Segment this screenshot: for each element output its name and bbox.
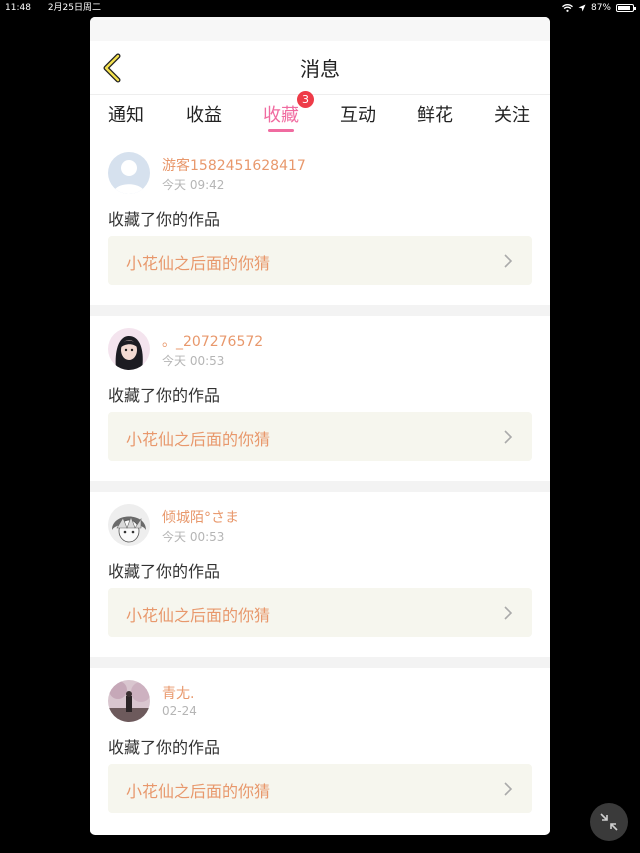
tab-notifications[interactable]: 通知 — [108, 101, 144, 127]
list-item: 青尢. 02-24 收藏了你的作品 小花仙之后面的你猜 — [90, 668, 550, 833]
page-title: 消息 — [300, 57, 340, 81]
chevron-right-icon — [504, 254, 513, 268]
tab-label: 互动 — [340, 105, 376, 126]
username[interactable]: 。_207276572 — [162, 331, 263, 351]
divider — [90, 305, 550, 316]
active-tab-indicator — [268, 129, 294, 132]
tab-interactions[interactable]: 互动 — [340, 101, 376, 127]
username[interactable]: 青尢. — [162, 683, 194, 703]
default-avatar-icon — [108, 152, 150, 194]
avatar[interactable] — [108, 328, 150, 370]
wifi-icon — [561, 4, 573, 12]
timestamp: 02-24 — [162, 704, 197, 718]
username[interactable]: 游客1582451628417 — [162, 155, 306, 175]
work-title: 小花仙之后面的你猜 — [126, 782, 271, 801]
tab-bar: 通知 收益 收藏 3 互动 鲜花 关注 — [90, 91, 550, 135]
collapse-button[interactable] — [590, 803, 628, 841]
tab-flowers[interactable]: 鲜花 — [417, 101, 453, 127]
chevron-right-icon — [504, 430, 513, 444]
girl-avatar-icon — [108, 328, 150, 370]
avatar[interactable] — [108, 504, 150, 546]
divider — [90, 657, 550, 668]
list-item: 。_207276572 今天 00:53 收藏了你的作品 小花仙之后面的你猜 — [90, 316, 550, 481]
panel-top-bar — [90, 17, 550, 41]
list-item: 游客1582451628417 今天 09:42 收藏了你的作品 小花仙之后面的… — [90, 140, 550, 305]
action-text: 收藏了你的作品 — [108, 210, 221, 229]
battery-icon — [616, 4, 636, 12]
status-bar: 11:48 2月25日周二 87% — [0, 0, 640, 16]
chevron-right-icon — [504, 782, 513, 796]
work-link[interactable]: 小花仙之后面的你猜 — [108, 236, 532, 285]
photo-avatar-icon — [108, 680, 150, 722]
battery-percent: 87% — [590, 3, 611, 13]
username[interactable]: 倾城陌°さま — [162, 507, 239, 527]
tab-label: 鲜花 — [417, 105, 453, 126]
status-time: 11:48 — [5, 3, 31, 13]
avatar[interactable] — [108, 152, 150, 194]
work-link[interactable]: 小花仙之后面的你猜 — [108, 588, 532, 637]
work-title: 小花仙之后面的你猜 — [126, 430, 271, 449]
chevron-right-icon — [504, 606, 513, 620]
list-item: 倾城陌°さま 今天 00:53 收藏了你的作品 小花仙之后面的你猜 — [90, 492, 550, 657]
status-date: 2月25日周二 — [47, 3, 101, 13]
avatar[interactable] — [108, 680, 150, 722]
work-link[interactable]: 小花仙之后面的你猜 — [108, 412, 532, 461]
tab-label: 收益 — [186, 105, 222, 126]
work-link[interactable]: 小花仙之后面的你猜 — [108, 764, 532, 813]
action-text: 收藏了你的作品 — [108, 386, 221, 405]
tab-label: 通知 — [108, 105, 144, 126]
work-title: 小花仙之后面的你猜 — [126, 254, 271, 273]
work-title: 小花仙之后面的你猜 — [126, 606, 271, 625]
tab-label: 收藏 — [263, 105, 299, 126]
tab-label: 关注 — [494, 105, 530, 126]
notification-list: 游客1582451628417 今天 09:42 收藏了你的作品 小花仙之后面的… — [90, 140, 550, 833]
battery-fill — [618, 6, 631, 10]
anime-avatar-icon — [108, 504, 150, 546]
navigation-bar: 消息 — [90, 41, 550, 95]
tab-earnings[interactable]: 收益 — [186, 101, 222, 127]
timestamp: 今天 09:42 — [162, 178, 225, 192]
divider — [90, 481, 550, 492]
timestamp: 今天 00:53 — [162, 530, 225, 544]
action-text: 收藏了你的作品 — [108, 738, 221, 757]
messages-panel: 消息 通知 收益 收藏 3 互动 鲜花 关注 游客1582451628417 今… — [90, 17, 550, 835]
tab-favorites[interactable]: 收藏 3 — [263, 91, 314, 132]
tab-following[interactable]: 关注 — [494, 101, 530, 127]
timestamp: 今天 00:53 — [162, 354, 225, 368]
location-icon — [578, 4, 586, 12]
unread-badge: 3 — [297, 91, 314, 108]
action-text: 收藏了你的作品 — [108, 562, 221, 581]
collapse-arrows-icon — [600, 813, 618, 831]
